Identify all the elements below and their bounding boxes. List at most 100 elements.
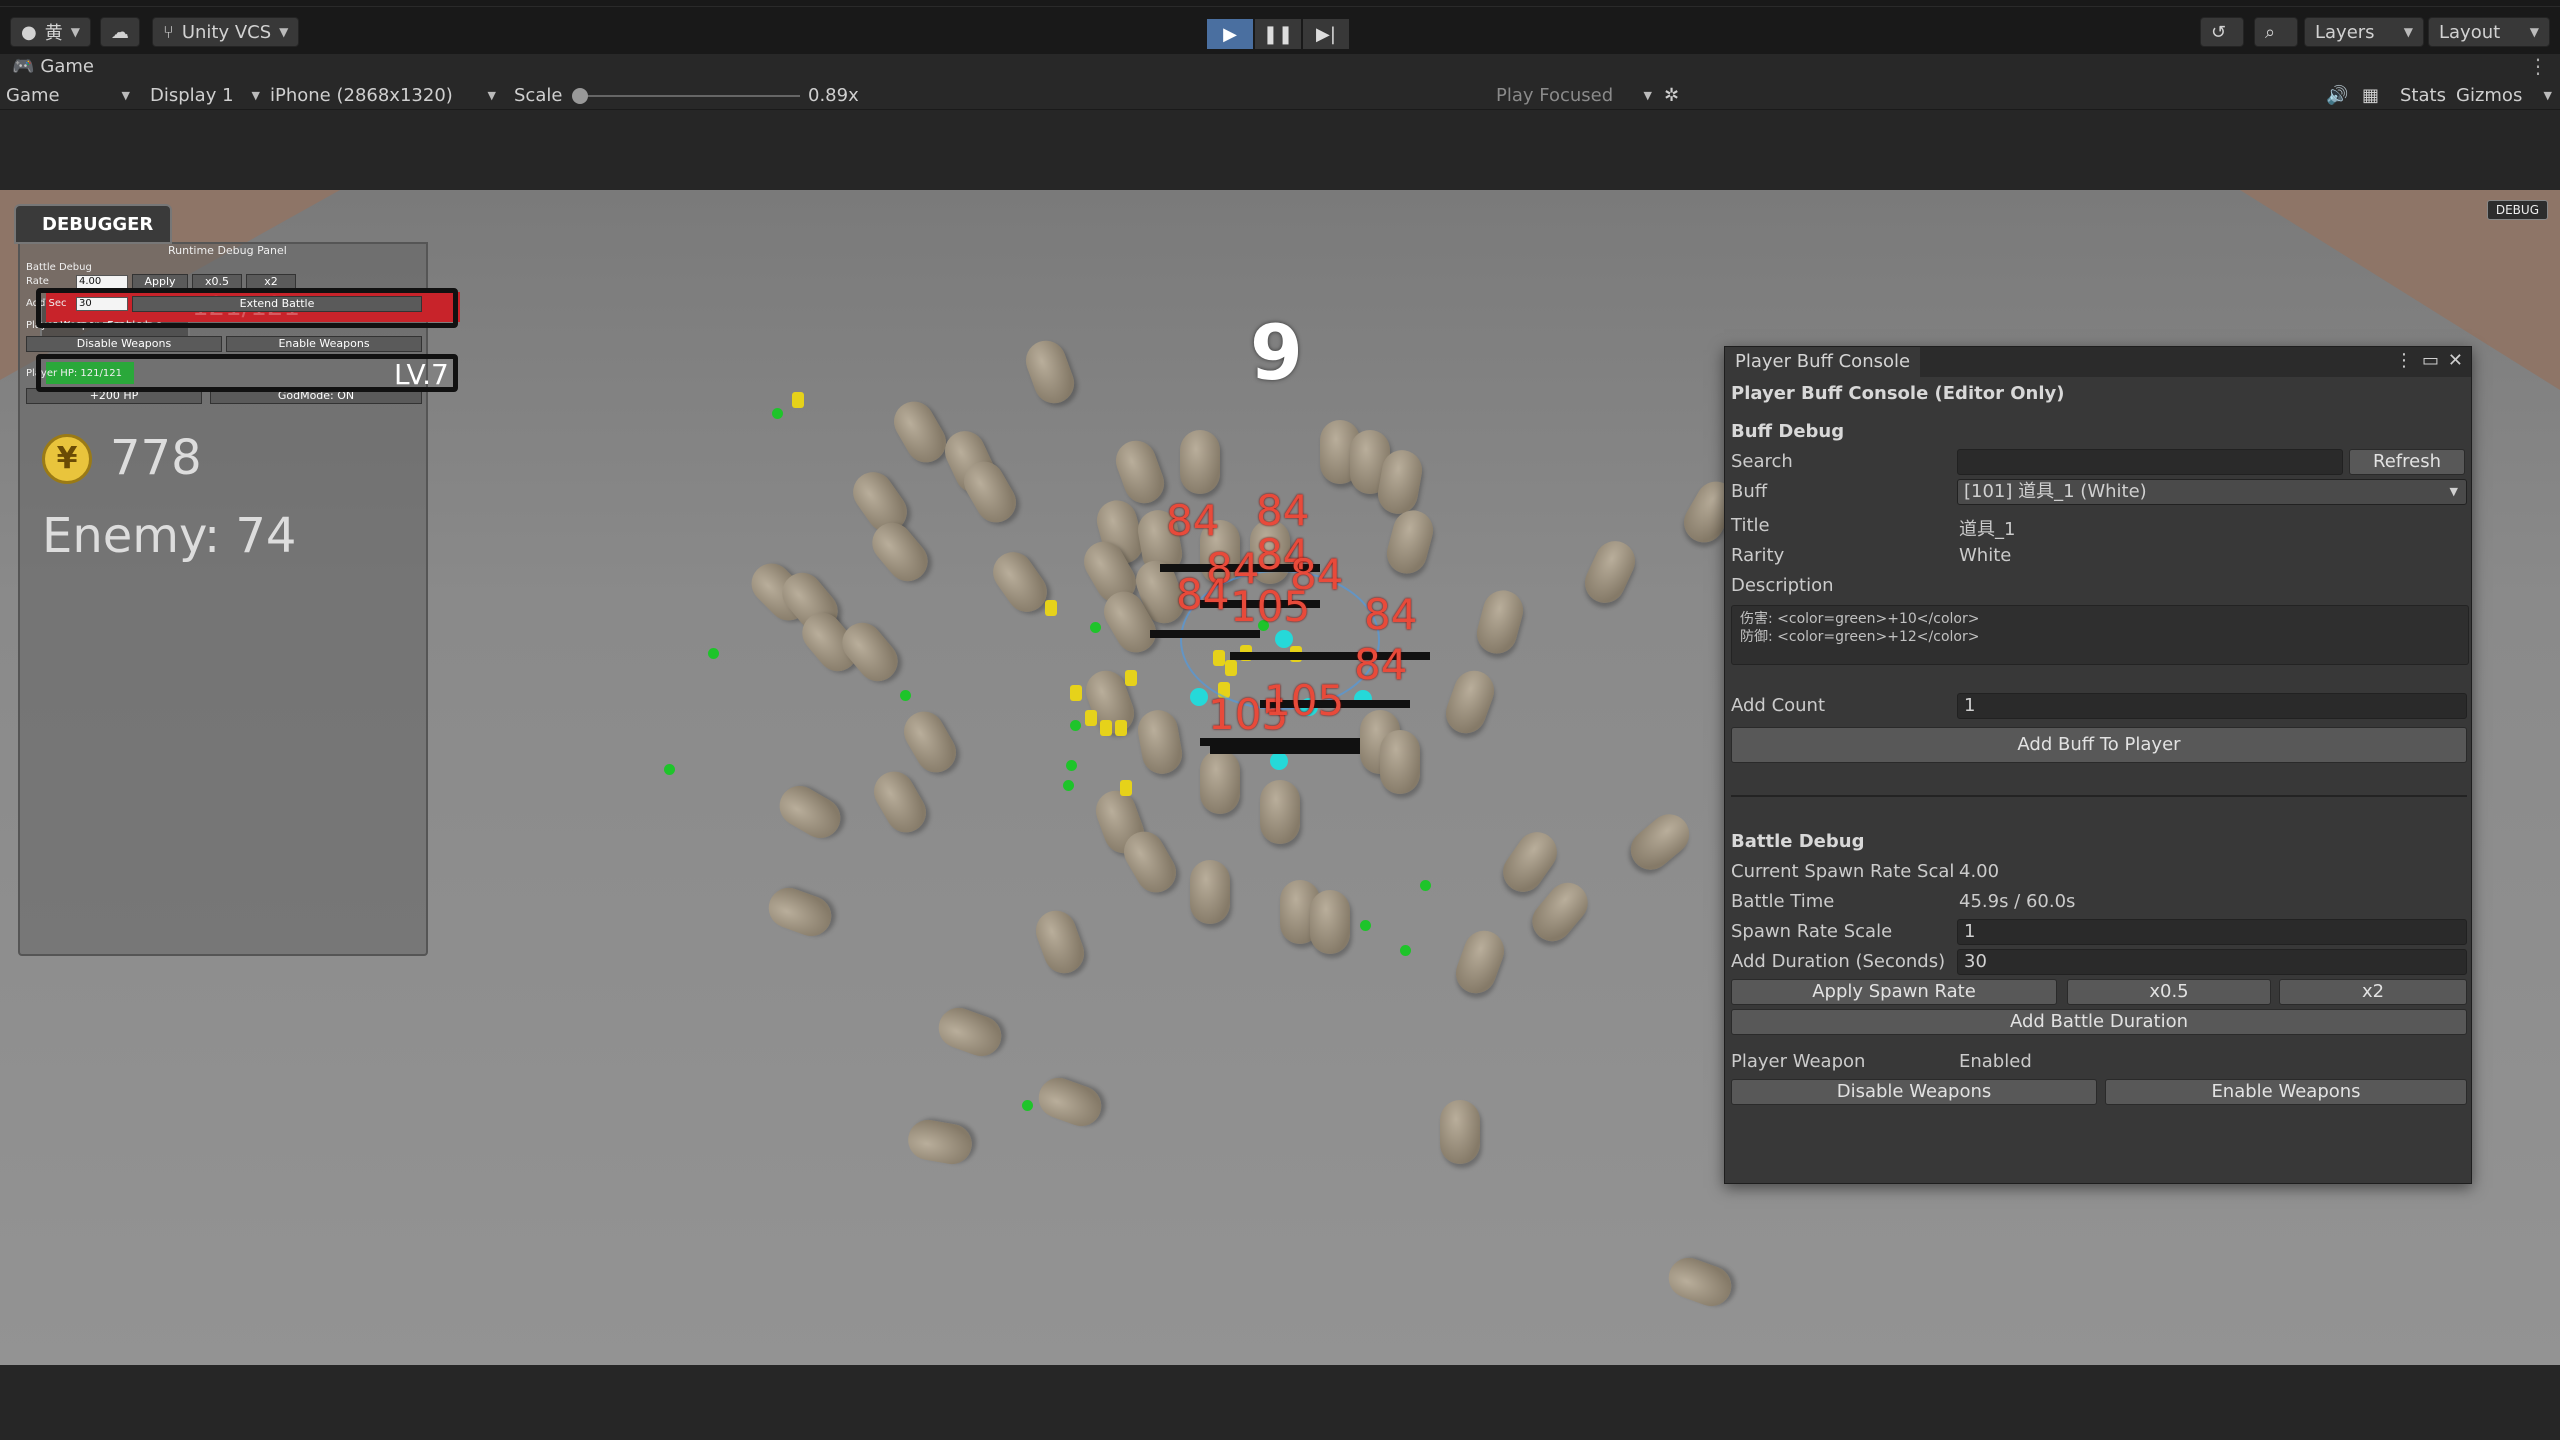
step-button[interactable]: ▶| <box>1303 19 1349 49</box>
debug-toggle-button[interactable]: DEBUG <box>2486 200 2548 220</box>
buff-select[interactable]: [101] 道具_1 (White) ▼ <box>1957 479 2467 505</box>
add-count-input[interactable]: 1 <box>1957 693 2467 719</box>
exp-orb <box>1022 1100 1033 1111</box>
disable-weapons-button[interactable]: Disable Weapons <box>26 336 222 352</box>
chevron-down-icon: ▼ <box>487 88 496 102</box>
enemy-capsule <box>1440 1100 1480 1164</box>
play-focus-label: Play Focused <box>1496 84 1614 106</box>
debug-panel-title: Runtime Debug Panel <box>168 244 287 257</box>
layers-dropdown[interactable]: Layers ▼ <box>2304 17 2424 47</box>
damage-number: 105 <box>1264 676 1345 725</box>
enemy-capsule <box>1450 925 1510 999</box>
spawn-rate-label: Current Spawn Rate Scale <box>1731 861 1955 882</box>
description-textarea[interactable]: 伤害: <color=green>+10</color> 防御: <color=… <box>1731 605 2469 665</box>
add-buff-button[interactable]: Add Buff To Player <box>1731 727 2467 763</box>
battle-time-label: Battle Time <box>1731 891 1835 912</box>
account-dropdown[interactable]: ● 黄 ▼ <box>10 17 91 47</box>
exp-orb <box>772 408 783 419</box>
damage-number: 84 <box>1364 590 1418 639</box>
letterbox-top <box>0 110 2560 190</box>
kebab-menu-icon[interactable]: ⋮ <box>2395 350 2413 371</box>
enemy-capsule <box>1472 585 1528 659</box>
exp-orb <box>1360 920 1371 931</box>
add-duration-label: Add Duration (Seconds) <box>1731 951 1946 972</box>
exp-orb <box>664 764 675 775</box>
enable-weapons-button[interactable]: Enable Weapons <box>226 336 422 352</box>
close-icon[interactable]: ✕ <box>2448 350 2463 371</box>
spawn-double-button[interactable]: x2 <box>2279 979 2467 1005</box>
play-button[interactable]: ▶ <box>1207 19 1253 49</box>
scale-value: 0.89x <box>808 84 859 106</box>
resolution-dropdown[interactable]: iPhone (2868x1320) ▼ <box>270 83 496 107</box>
rarity-value: White <box>1959 545 2012 566</box>
layers-label: Layers <box>2315 21 2375 43</box>
gizmos-dropdown[interactable]: Gizmos ▼ <box>2456 83 2552 107</box>
game-view[interactable]: 84 84 84 84 84 105 84 84 84 105 105 9 DE… <box>0 190 2560 1365</box>
spawn-rate-value: 4.00 <box>1959 861 2000 882</box>
hp-bar-frame <box>36 288 458 328</box>
display-label: Display 1 <box>150 84 234 106</box>
battle-debug-label: Battle Debug <box>26 262 92 273</box>
playmode-controls: ▶ ❚❚ ▶| <box>1207 19 1349 49</box>
debugger-tab[interactable]: DEBUGGER <box>14 204 172 244</box>
layout-dropdown[interactable]: Layout ▼ <box>2428 17 2550 47</box>
refresh-button[interactable]: Refresh <box>2349 449 2465 475</box>
enable-weapons-button[interactable]: Enable Weapons <box>2105 1079 2467 1105</box>
disable-weapons-button[interactable]: Disable Weapons <box>1731 1079 2097 1105</box>
add-duration-input[interactable]: 30 <box>1957 949 2467 975</box>
search-button[interactable]: ⌕ <box>2254 17 2298 47</box>
rate-label: Rate <box>26 276 49 287</box>
coin-count: 778 <box>110 430 202 486</box>
spawn-rate-scale-input[interactable]: 1 <box>1957 919 2467 945</box>
enemy-capsule <box>1200 750 1240 814</box>
step-icon: ▶| <box>1316 23 1336 45</box>
resolution-label: iPhone (2868x1320) <box>270 84 453 106</box>
pause-button[interactable]: ❚❚ <box>1255 19 1301 49</box>
gizmos-label: Gizmos <box>2456 84 2523 106</box>
player-buff-console-window: Player Buff Console ⋮ ▭ ✕ Player Buff Co… <box>1724 346 2472 1184</box>
cloud-button[interactable]: ☁ <box>100 17 140 47</box>
search-input[interactable] <box>1957 449 2343 475</box>
enemy-capsule <box>1310 890 1350 954</box>
chevron-down-icon: ▼ <box>2403 25 2413 39</box>
play-icon: ▶ <box>1223 23 1237 45</box>
damage-number: 84 <box>1176 570 1230 619</box>
history-button[interactable]: ↺ <box>2200 17 2244 47</box>
stats-button[interactable]: Stats <box>2400 83 2446 107</box>
gamepad-icon: 🎮 <box>12 56 35 77</box>
tab-game[interactable]: 🎮 Game <box>12 56 94 77</box>
kebab-menu-icon[interactable]: ⋮ <box>2528 54 2548 78</box>
main-toolbar: ● 黄 ▼ ☁ ⑂ Unity VCS ▼ ▶ ❚❚ ▶| ↺ ⌕ Layers… <box>0 6 2560 54</box>
buff-debug-heading: Buff Debug <box>1731 421 1845 442</box>
pause-icon: ❚❚ <box>1262 23 1294 45</box>
keyboard-icon[interactable]: ▦ <box>2362 83 2379 107</box>
game-view-controls: Game ▼ Display 1 ▼ iPhone (2868x1320) ▼ … <box>0 80 2560 110</box>
damage-number: 105 <box>1230 582 1311 631</box>
game-mode-dropdown[interactable]: Game ▼ <box>6 83 130 107</box>
rarity-label: Rarity <box>1731 545 1785 566</box>
scale-slider-track[interactable] <box>580 95 800 97</box>
spawn-half-button[interactable]: x0.5 <box>2067 979 2271 1005</box>
exp-orb <box>1090 622 1101 633</box>
bug-icon[interactable]: ✲ <box>1664 83 1679 107</box>
apply-spawn-rate-button[interactable]: Apply Spawn Rate <box>1731 979 2057 1005</box>
vcs-dropdown[interactable]: ⑂ Unity VCS ▼ <box>152 17 300 47</box>
enemy-capsule <box>1663 1252 1737 1312</box>
console-tab[interactable]: Player Buff Console <box>1725 347 1921 377</box>
console-heading: Player Buff Console (Editor Only) <box>1731 383 2065 404</box>
player-projectile <box>1275 630 1293 648</box>
layout-label: Layout <box>2439 21 2501 43</box>
add-battle-duration-button[interactable]: Add Battle Duration <box>1731 1009 2467 1035</box>
rate-input[interactable]: 4.00 <box>76 275 128 289</box>
account-icon: ● <box>21 21 37 43</box>
buff-selected-value: [101] 道具_1 (White) <box>1964 481 2147 502</box>
letterbox-bottom <box>0 1365 2560 1440</box>
audio-icon[interactable]: 🔊 <box>2326 83 2348 107</box>
coin-pickup <box>1120 780 1132 796</box>
history-icon: ↺ <box>2211 21 2227 43</box>
scale-slider-thumb[interactable] <box>572 88 588 104</box>
display-dropdown[interactable]: Display 1 ▼ <box>150 83 260 107</box>
play-focus-dropdown[interactable]: Play Focused ▼ <box>1496 83 1652 107</box>
enemy-hp-bar <box>1210 746 1360 754</box>
maximize-icon[interactable]: ▭ <box>2422 350 2439 371</box>
